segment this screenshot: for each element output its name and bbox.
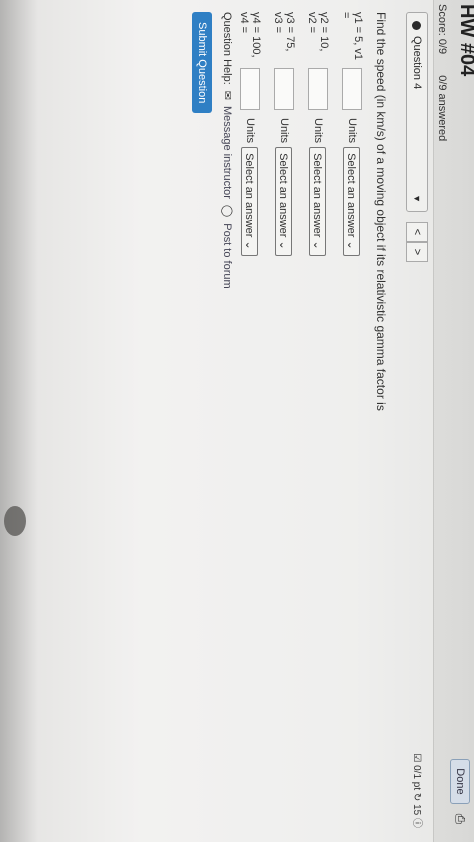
units-label: Units [312, 118, 324, 144]
gamma-label: γ4 = 100, v4 = [238, 12, 262, 58]
topbar-actions: Done ⎙ [450, 759, 470, 824]
prev-question-button[interactable]: < [406, 222, 428, 242]
answered-text: 0/9 answered [436, 75, 448, 142]
answer-row: γ2 = 10, v2 = Units Select an answer ⌄ [306, 12, 330, 256]
question-card [0, 0, 434, 842]
status-dot-icon [412, 21, 422, 30]
units-label: Units [278, 118, 290, 144]
next-question-button[interactable]: > [406, 242, 428, 262]
gamma-label: γ3 = 75, v3 = [272, 12, 296, 52]
question-nav: < > [406, 222, 428, 262]
info-icon[interactable]: ⓘ [411, 818, 422, 828]
screen-photo: HW #04 Score: 0/9 0/9 answered Done ⎙ Qu… [0, 0, 474, 842]
units-select[interactable]: Select an answer ⌄ [275, 147, 293, 256]
speed-input[interactable] [342, 68, 362, 110]
speed-input[interactable] [240, 68, 260, 110]
post-to-forum-link[interactable]: Post to forum [222, 223, 234, 288]
speed-input[interactable] [274, 68, 294, 110]
assignment-title: HW #04 [456, 4, 474, 77]
units-select[interactable]: Select an answer ⌄ [241, 147, 259, 256]
message-instructor-link[interactable]: Message instructor [222, 106, 234, 199]
retry-icon: ↻ [411, 792, 422, 802]
gamma-label: γ1 = 5, v1 = [340, 12, 364, 61]
caret-down-icon: ▼ [412, 194, 422, 203]
score-text: Score: 0/9 [436, 4, 448, 55]
question-select-label: Question 4 [411, 36, 423, 90]
homework-page: HW #04 Score: 0/9 0/9 answered Done ⎙ Qu… [0, 0, 474, 842]
units-label: Units [346, 118, 358, 144]
units-select[interactable]: Select an answer ⌄ [343, 147, 361, 256]
speed-input[interactable] [308, 68, 328, 110]
checkbox-icon: ☑ [411, 753, 422, 763]
forum-icon: ◯ [221, 204, 233, 218]
points-info: ☑ 0/1 pt ↻ 15 ⓘ [411, 753, 426, 828]
message-icon: ✉ [221, 90, 233, 100]
points-text: 0/1 pt [411, 765, 422, 791]
question-prompt: Find the speed (in km/s) of a moving obj… [374, 12, 388, 411]
done-button[interactable]: Done [450, 759, 470, 804]
submit-question-button[interactable]: Submit Question [192, 12, 212, 114]
units-label: Units [244, 118, 256, 144]
help-label: Question Help: [221, 12, 234, 85]
question-help: Question Help: ✉ Message instructor ◯ Po… [221, 12, 234, 289]
answer-row: γ1 = 5, v1 = Units Select an answer ⌄ [340, 12, 364, 256]
question-select[interactable]: Question 4 ▼ [406, 12, 428, 212]
gamma-label: γ2 = 10, v2 = [306, 12, 330, 52]
answer-row: γ4 = 100, v4 = Units Select an answer ⌄ [238, 12, 262, 256]
answer-row: γ3 = 75, v3 = Units Select an answer ⌄ [272, 12, 296, 256]
units-select[interactable]: Select an answer ⌄ [309, 147, 327, 256]
score-summary: Score: 0/9 0/9 answered [436, 4, 448, 159]
laptop-logo [4, 506, 26, 536]
attempts-text: 15 [411, 804, 422, 816]
print-icon[interactable]: ⎙ [452, 814, 468, 824]
